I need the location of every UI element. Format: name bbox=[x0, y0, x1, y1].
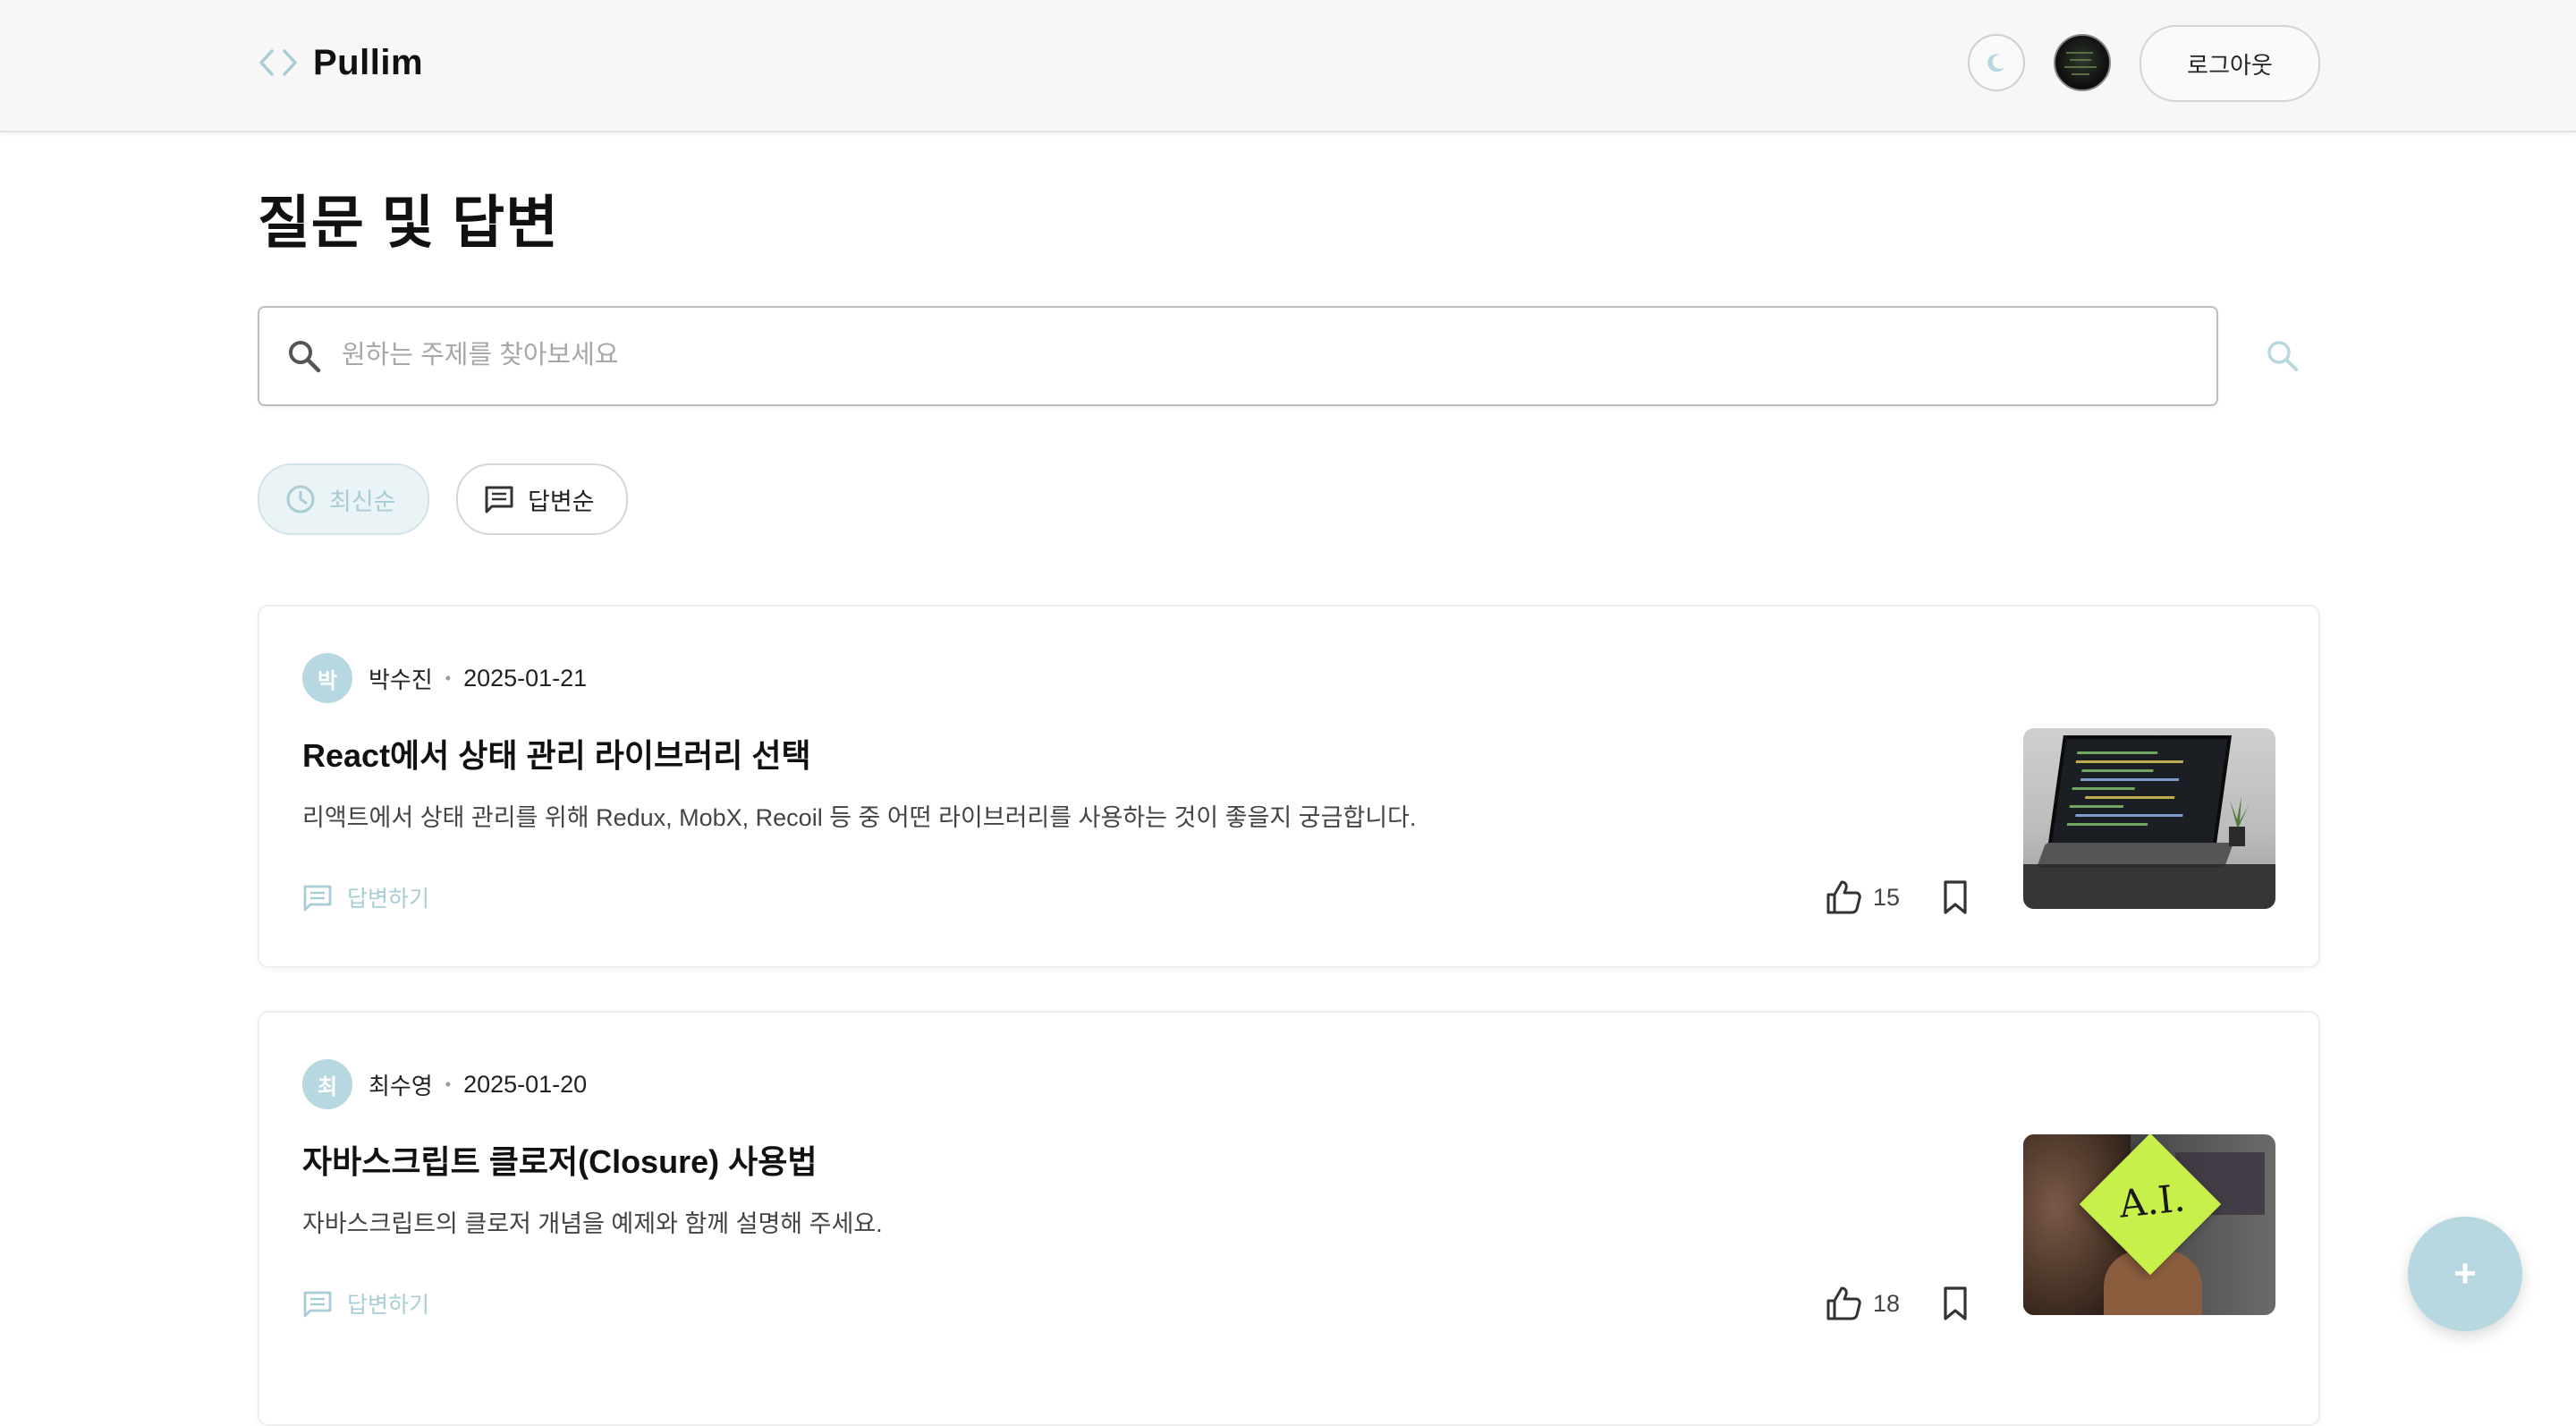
search-icon bbox=[2267, 341, 2298, 371]
comment-icon bbox=[303, 1291, 332, 1318]
like-button[interactable]: 18 bbox=[1825, 1281, 1900, 1326]
bookmark-icon[interactable] bbox=[1937, 879, 1973, 916]
answer-button-label: 답변하기 bbox=[347, 887, 430, 912]
question-thumbnail: A.I. bbox=[2023, 1134, 2275, 1315]
answer-button[interactable]: 답변하기 bbox=[302, 877, 429, 918]
page-title: 질문 및 답변 bbox=[258, 191, 559, 255]
avatar-decoration bbox=[2070, 59, 2091, 61]
thumbs-up-icon bbox=[1826, 1286, 1861, 1320]
bookmark-icon[interactable] bbox=[1937, 1285, 1973, 1322]
like-count: 18 bbox=[1873, 1289, 1901, 1317]
avatar-decoration bbox=[2066, 52, 2093, 54]
search-input[interactable] bbox=[340, 308, 2186, 403]
add-question-button[interactable]: + bbox=[2408, 1217, 2522, 1331]
question-card[interactable]: 박 박수진 • 2025-01-21 React에서 상태 관리 라이브러리 선… bbox=[258, 605, 2320, 968]
top-navbar: Pullim 로그아웃 bbox=[0, 0, 2576, 132]
sort-latest-chip[interactable]: 최신순 bbox=[258, 463, 429, 535]
like-count: 15 bbox=[1873, 883, 1901, 911]
question-description: 리액트에서 상태 관리를 위해 Redux, MobX, Recoil 등 중 … bbox=[302, 804, 1417, 831]
brand-name: Pullim bbox=[313, 42, 424, 82]
answer-button[interactable]: 답변하기 bbox=[302, 1283, 429, 1324]
question-description: 자바스크립트의 클로저 개념을 예제와 함께 설명해 주세요. bbox=[302, 1210, 883, 1237]
author-avatar: 최 bbox=[302, 1059, 352, 1109]
meta-separator: • bbox=[445, 1074, 452, 1093]
question-card[interactable]: 최 최수영 • 2025-01-20 자바스크립트 클로저(Closure) 사… bbox=[258, 1011, 2320, 1426]
thumbs-up-icon bbox=[1826, 880, 1861, 914]
sort-latest-label: 최신순 bbox=[329, 488, 396, 515]
question-date: 2025-01-21 bbox=[463, 664, 588, 692]
sort-answers-label: 답변순 bbox=[528, 488, 595, 515]
meta-separator: • bbox=[445, 668, 452, 687]
comment-icon bbox=[485, 486, 513, 514]
question-title[interactable]: React에서 상태 관리 라이브러리 선택 bbox=[302, 730, 811, 777]
author-name: 최수영 bbox=[369, 1072, 433, 1099]
answer-button-label: 답변하기 bbox=[347, 1293, 430, 1318]
question-meta: 박 박수진 • 2025-01-21 bbox=[302, 653, 587, 703]
author-avatar: 박 bbox=[302, 653, 352, 703]
search-box bbox=[258, 306, 2218, 406]
avatar-decoration bbox=[2072, 73, 2089, 75]
author-name: 박수진 bbox=[369, 666, 433, 693]
search-icon bbox=[289, 341, 321, 373]
question-title[interactable]: 자바스크립트 클로저(Closure) 사용법 bbox=[302, 1136, 817, 1183]
code-brackets-icon bbox=[259, 49, 297, 76]
search-submit-button[interactable] bbox=[2263, 336, 2302, 376]
user-avatar[interactable] bbox=[2054, 34, 2111, 91]
sort-answers-chip[interactable]: 답변순 bbox=[456, 463, 628, 535]
clock-icon bbox=[286, 485, 315, 514]
question-meta: 최 최수영 • 2025-01-20 bbox=[302, 1059, 587, 1109]
comment-icon bbox=[303, 885, 332, 912]
question-thumbnail bbox=[2023, 728, 2275, 909]
brand-logo[interactable]: Pullim bbox=[258, 38, 423, 88]
laptop-image-part bbox=[2047, 735, 2232, 850]
like-button[interactable]: 15 bbox=[1825, 875, 1900, 920]
avatar-decoration bbox=[2064, 66, 2097, 68]
desk-image-part bbox=[2023, 864, 2275, 909]
question-date: 2025-01-20 bbox=[463, 1070, 588, 1098]
plant-image-part bbox=[2229, 796, 2249, 846]
theme-toggle-button[interactable] bbox=[1968, 34, 2025, 91]
moon-icon bbox=[1987, 54, 2004, 72]
logout-button[interactable]: 로그아웃 bbox=[2140, 25, 2320, 102]
